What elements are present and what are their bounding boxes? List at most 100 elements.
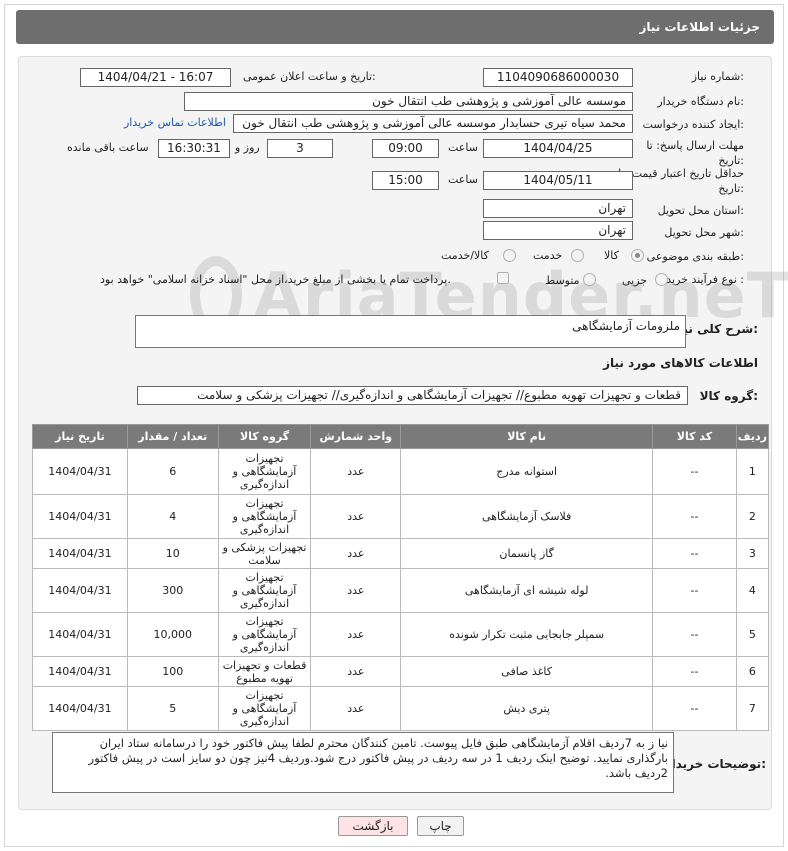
reply-time-label: ساعت — [448, 141, 478, 154]
announce-field: 1404/04/21 - 16:07 — [80, 68, 231, 87]
cell-row-number: 1 — [735, 448, 770, 495]
price-time-label: ساعت — [448, 173, 478, 186]
cell-unit: عدد — [310, 686, 402, 731]
days-field: 3 — [267, 139, 333, 158]
cell-goods-code: -- — [652, 686, 737, 731]
cell-goods-code: -- — [652, 656, 737, 687]
cell-goods-name: سمپلر جابجایی مثبت تکرار شونده — [400, 612, 654, 657]
buyer-org-field: موسسه عالی آموزشی و پژوهشی طب انتقال خون — [184, 92, 633, 111]
cell-goods-name: گاز پانسمان — [400, 538, 654, 569]
table-row[interactable]: 6 -- کاغذ صافی عدد قطعات و تجهیزات تهویه… — [32, 656, 770, 687]
table-row[interactable]: 5 -- سمپلر جابجایی مثبت تکرار شونده عدد … — [32, 612, 770, 657]
col-row-number: ردیف — [735, 424, 770, 449]
category-label: طبقه بندی موضوعی: — [646, 250, 744, 263]
col-unit: واحد شمارش — [310, 424, 402, 449]
category-option-service: خدمت — [533, 249, 563, 262]
buyer-notes-field: نیا ز به 7ردیف اقلام آزمایشگاهی طبق فایل… — [52, 732, 674, 793]
cell-goods-name: لوله شیشه ای آزمایشگاهی — [400, 568, 654, 613]
cell-row-number: 7 — [735, 686, 770, 731]
cell-goods-code: -- — [652, 612, 737, 657]
process-option-minor: جزیی — [622, 274, 648, 287]
reply-time-field: 09:00 — [372, 139, 439, 158]
cell-goods-group: تجهیزات آزمایشگاهی و اندازه‌گیری — [217, 612, 312, 657]
treasury-payment-checkbox[interactable] — [497, 272, 509, 284]
remaining-time-field: 16:30:31 — [158, 139, 230, 158]
cell-goods-group: تجهیزات آزمایشگاهی و اندازه‌گیری — [217, 686, 312, 731]
cell-need-date: 1404/04/31 — [32, 494, 128, 539]
cell-need-date: 1404/04/31 — [32, 448, 128, 495]
cell-goods-code: -- — [652, 448, 737, 495]
col-goods-code: کد کالا — [652, 424, 737, 449]
city-label: شهر محل تحویل: — [664, 226, 744, 239]
cell-quantity: 6 — [126, 448, 219, 495]
summary-field: ملزومات آزمایشگاهی — [135, 315, 686, 348]
cell-unit: عدد — [310, 656, 402, 687]
cell-need-date: 1404/04/31 — [32, 538, 128, 569]
cell-unit: عدد — [310, 612, 402, 657]
table-row[interactable]: 3 -- گاز پانسمان عدد تجهیزات پزشکی و سلا… — [32, 538, 770, 569]
cell-goods-code: -- — [652, 538, 737, 569]
cell-need-date: 1404/04/31 — [32, 656, 128, 687]
cell-goods-name: استوانه مدرج — [400, 448, 654, 495]
table-row[interactable]: 7 -- پتری دیش عدد تجهیزات آزمایشگاهی و ا… — [32, 686, 770, 731]
process-option-medium: متوسط — [545, 274, 580, 287]
table-row[interactable]: 1 -- استوانه مدرج عدد تجهیزات آزمایشگاهی… — [32, 448, 770, 495]
category-option-goods: کالا — [604, 249, 619, 262]
cell-unit: عدد — [310, 448, 402, 495]
price-deadline-label: حداقل تاریخ اعتبار قیمت: تا تاریخ: — [618, 167, 744, 195]
page-title: جزئیات اطلاعات نیاز — [639, 20, 760, 34]
cell-goods-group: قطعات و تجهیزات تهویه مطبوع — [217, 656, 312, 687]
buyer-notes-label: توضیحات خریدار: — [664, 757, 766, 771]
days-label: روز و — [235, 141, 260, 154]
need-number-field: 1104090686000030 — [483, 68, 633, 87]
cell-quantity: 10,000 — [126, 612, 219, 657]
goods-info-title: اطلاعات کالاهای مورد نیاز — [603, 356, 758, 370]
col-need-date: تاریخ نیاز — [32, 424, 128, 449]
payment-note: پرداخت تمام یا بخشی از مبلغ خرید،از محل … — [100, 273, 451, 286]
cell-row-number: 3 — [735, 538, 770, 569]
cell-row-number: 5 — [735, 612, 770, 657]
cell-row-number: 2 — [735, 494, 770, 539]
contact-info-link[interactable]: اطلاعات تماس خریدار — [124, 116, 226, 129]
table-row[interactable]: 4 -- لوله شیشه ای آزمایشگاهی عدد تجهیزات… — [32, 568, 770, 613]
back-button[interactable]: بازگشت — [338, 816, 408, 836]
cell-quantity: 4 — [126, 494, 219, 539]
col-quantity: تعداد / مقدار — [126, 424, 219, 449]
print-button[interactable]: چاپ — [417, 816, 464, 836]
cell-goods-group: تجهیزات پزشکی و سلامت — [217, 538, 312, 569]
remaining-label: ساعت باقی مانده — [67, 141, 149, 154]
col-goods-name: نام کالا — [400, 424, 654, 449]
cell-unit: عدد — [310, 568, 402, 613]
table-row[interactable]: 2 -- فلاسک آزمایشگاهی عدد تجهیزات آزمایش… — [32, 494, 770, 539]
cell-goods-code: -- — [652, 568, 737, 613]
creator-field: محمد سیاه تیری حسابدار موسسه عالی آموزشی… — [233, 114, 633, 133]
cell-goods-name: پتری دیش — [400, 686, 654, 731]
process-radio-minor[interactable] — [655, 273, 668, 286]
process-radio-medium[interactable] — [583, 273, 596, 286]
buyer-org-label: نام دستگاه خریدار: — [657, 95, 744, 108]
table-header-row: ردیف کد کالا نام کالا واحد شمارش گروه کا… — [32, 424, 770, 449]
cell-row-number: 6 — [735, 656, 770, 687]
cell-quantity: 100 — [126, 656, 219, 687]
city-field: تهران — [483, 221, 633, 240]
page-header: جزئیات اطلاعات نیاز — [16, 10, 774, 44]
price-time-field: 15:00 — [372, 171, 439, 190]
cell-quantity: 300 — [126, 568, 219, 613]
cell-unit: عدد — [310, 538, 402, 569]
reply-deadline-label: مهلت ارسال پاسخ: تا تاریخ: — [646, 139, 744, 167]
announce-label: تاریخ و ساعت اعلان عمومی: — [243, 70, 376, 83]
reply-date-field: 1404/04/25 — [483, 139, 633, 158]
province-field: تهران — [483, 199, 633, 218]
category-radio-both[interactable] — [503, 249, 516, 262]
col-goods-group: گروه کالا — [217, 424, 312, 449]
cell-need-date: 1404/04/31 — [32, 612, 128, 657]
cell-quantity: 10 — [126, 538, 219, 569]
category-radio-service[interactable] — [571, 249, 584, 262]
cell-goods-name: فلاسک آزمایشگاهی — [400, 494, 654, 539]
province-label: استان محل تحویل: — [657, 204, 744, 217]
items-table: ردیف کد کالا نام کالا واحد شمارش گروه کا… — [32, 424, 770, 731]
cell-goods-group: تجهیزات آزمایشگاهی و اندازه‌گیری — [217, 448, 312, 495]
cell-goods-name: کاغذ صافی — [400, 656, 654, 687]
category-radio-goods[interactable] — [631, 249, 644, 262]
category-option-both: کالا/خدمت — [441, 249, 489, 262]
